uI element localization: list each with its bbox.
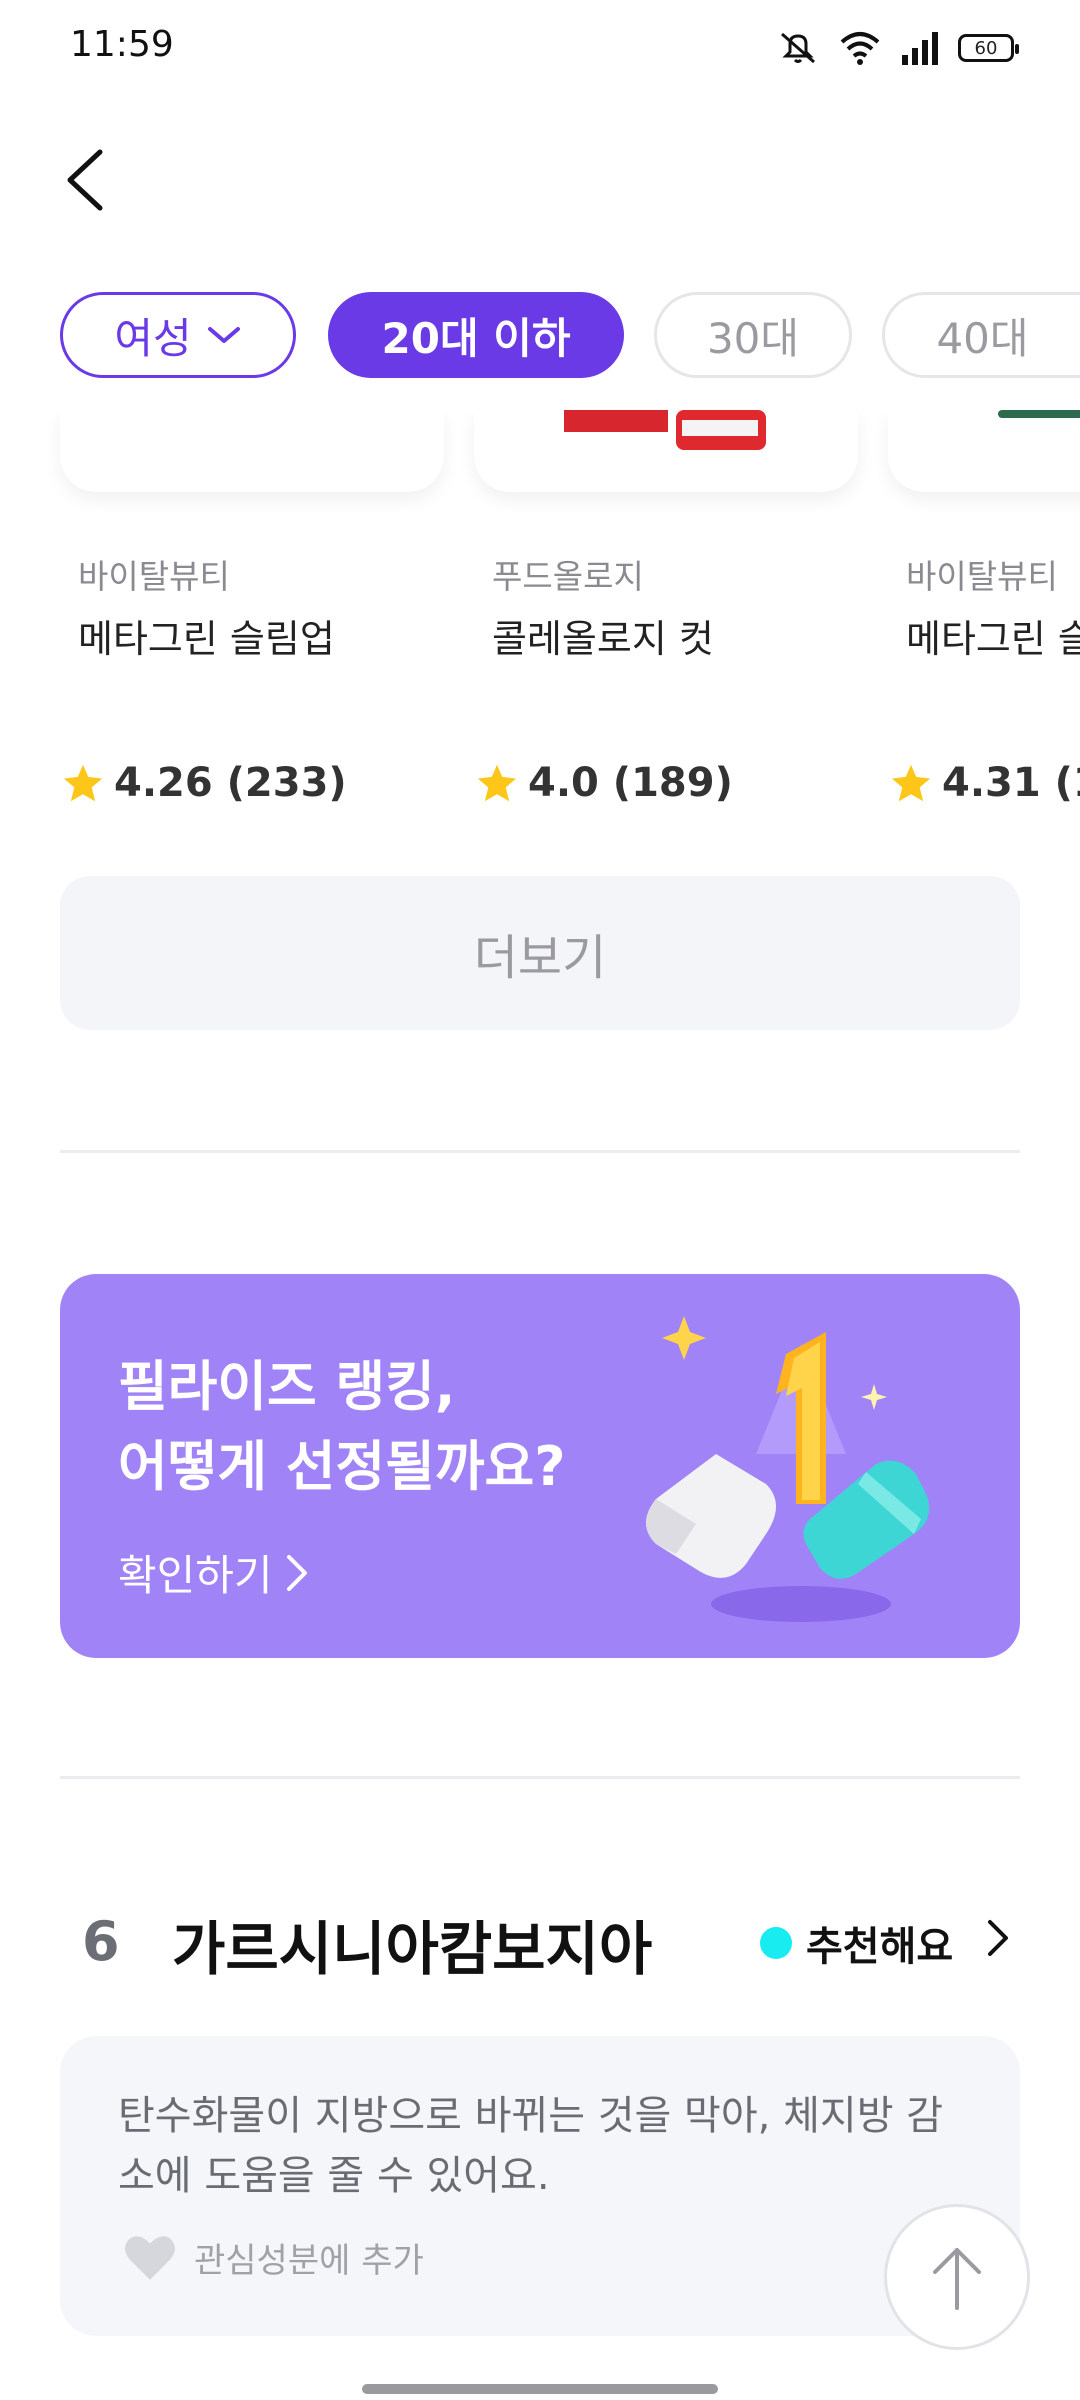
banner-title-line1: 필라이즈 랭킹,	[118, 1355, 456, 1418]
scroll-to-top-button[interactable]	[884, 2204, 1030, 2350]
add-favorite-label: 관심성분에 추가	[194, 2240, 424, 2281]
gender-filter-label: 여성	[114, 313, 192, 363]
banner-title-line2: 어떻게 선정될까요?	[118, 1435, 566, 1498]
banner-cta-label: 확인하기	[118, 1551, 273, 1600]
gender-filter-chip[interactable]: 여성	[60, 292, 296, 378]
product-rating-value: 4.26 (233)	[114, 760, 347, 806]
ingredient-rank-header[interactable]: 6 가르시니아캄보지아 추천해요	[0, 1900, 1080, 1983]
recommend-badge: 추천해요	[760, 1914, 953, 1972]
product-carousel: 바이탈뷰티 메타그린 슬림업 4.26 (233) 푸드올로지 콜레올로지 컷 …	[0, 410, 1080, 830]
ingredient-description-card: 탄수화물이 지방으로 바뀌는 것을 막아, 체지방 감소에 도움을 줄 수 있어…	[60, 2036, 1020, 2336]
add-favorite-ingredient-button[interactable]: 관심성분에 추가	[122, 2232, 424, 2282]
chevron-right-icon	[286, 1554, 307, 1591]
product-name[interactable]: 콜레올로지 컷	[492, 608, 714, 663]
mute-icon	[781, 32, 815, 64]
arrow-up-icon	[933, 2248, 981, 2310]
product-brand: 푸드올로지	[492, 557, 644, 596]
status-bar: 11:59 60	[0, 0, 1080, 96]
home-indicator[interactable]	[362, 2384, 718, 2394]
product-image	[998, 410, 1080, 418]
chevron-down-icon	[207, 327, 240, 343]
product-card-image[interactable]	[888, 410, 1080, 492]
battery-icon: 60	[958, 34, 1019, 62]
ranking-info-banner[interactable]: 필라이즈 랭킹, 어떻게 선정될까요? 확인하기	[60, 1274, 1020, 1658]
signal-icon	[902, 32, 938, 65]
product-image	[564, 410, 766, 450]
chevron-left-icon	[67, 149, 103, 211]
product-name[interactable]: 메타그린 슬림업	[78, 608, 335, 663]
recommend-badge-label: 추천해요	[806, 1924, 954, 1970]
product-rating: 4.26 (233)	[62, 760, 347, 806]
product-brand: 바이탈뷰티	[78, 557, 230, 596]
rank-one-pill-illustration	[646, 1316, 930, 1622]
star-icon	[477, 764, 517, 802]
star-icon	[63, 764, 103, 802]
chevron-right-icon[interactable]	[984, 1916, 1012, 1960]
ingredient-description: 탄수화물이 지방으로 바뀌는 것을 막아, 체지방 감소에 도움을 줄 수 있어…	[118, 2093, 944, 2199]
status-time: 11:59	[70, 24, 174, 65]
ingredient-title: 가르시니아캄보지아	[172, 1915, 653, 1983]
product-rating-value: 4.31 (18	[942, 760, 1080, 806]
back-button[interactable]	[56, 140, 116, 220]
product-rating: 4.31 (18	[890, 760, 1080, 806]
section-divider	[60, 1776, 1020, 1779]
product-card-image[interactable]	[60, 410, 444, 492]
star-icon	[891, 764, 931, 802]
heart-icon	[125, 2236, 175, 2280]
filter-chips: 여성 20대 이하 30대 40대	[0, 292, 1080, 382]
product-rating: 4.0 (189)	[476, 760, 733, 806]
recommend-dot-icon	[760, 1927, 792, 1959]
product-brand: 바이탈뷰티	[906, 557, 1058, 596]
more-button[interactable]: 더보기	[60, 876, 1020, 1030]
product-rating-value: 4.0 (189)	[528, 760, 733, 806]
product-name[interactable]: 메타그린 슬	[906, 608, 1080, 663]
age-chip-30[interactable]: 30대	[654, 292, 852, 378]
rank-number: 6	[82, 1910, 120, 1973]
product-card-image[interactable]	[474, 410, 858, 492]
banner-cta[interactable]: 확인하기	[118, 1542, 309, 1603]
section-divider	[60, 1150, 1020, 1153]
wifi-icon	[840, 32, 880, 65]
age-chip-40[interactable]: 40대	[882, 292, 1080, 378]
age-chip-20-under[interactable]: 20대 이하	[328, 292, 624, 378]
status-icons: 60	[776, 28, 1019, 68]
